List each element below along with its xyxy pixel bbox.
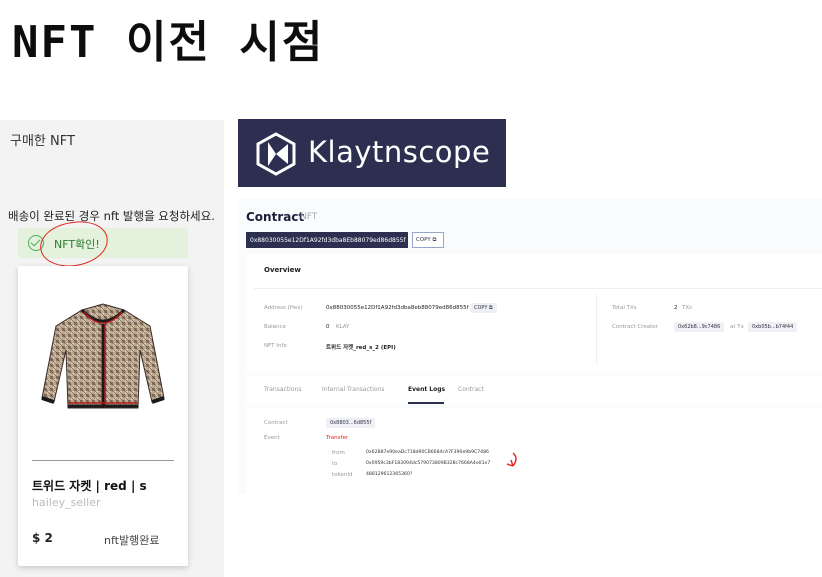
balance-unit: KLAY <box>336 324 350 330</box>
contract-address[interactable]: 0x88030055e12Df1A92fd3dba8Eb88079ed86d85… <box>246 232 408 248</box>
tokenid-value: 488129612365360? <box>366 472 413 477</box>
from-address[interactable]: 0x62B87e90eaDc718d90CB6684cA7F390e9b9C74… <box>366 450 489 455</box>
total-txs-label: Total TXs <box>612 305 637 311</box>
active-tab-indicator <box>408 402 444 404</box>
annotation-arrow-icon <box>506 452 517 467</box>
total-txs-unit: TXs <box>682 305 692 311</box>
product-price: $ 2 <box>32 531 53 545</box>
to-label: to <box>332 461 338 467</box>
creator-at-tx-label: at Tx <box>730 324 744 330</box>
klaytn-logo-icon <box>256 132 296 176</box>
contract-type-badge: NFT <box>300 212 318 222</box>
tokenid-label: tokenId <box>332 472 353 478</box>
copy-button-label: COPY <box>416 237 431 243</box>
product-name: 트위드 자켓 | red | s <box>32 479 147 493</box>
contract-creator-label: Contract Creator <box>612 324 658 330</box>
event-log-entry: Contract 0x8803...6d855f Event Transfer … <box>246 408 822 494</box>
event-name: Transfer <box>326 435 349 441</box>
product-divider <box>32 460 174 461</box>
event-contract-link[interactable]: 0x8803...6d855f <box>326 418 376 428</box>
event-contract-label: Contract <box>264 420 288 426</box>
klaytnscope-wordmark: Klaytnscope <box>308 135 491 169</box>
copy-hex-button[interactable]: COPY ⧉ <box>470 303 497 313</box>
event-label: Event <box>264 435 280 441</box>
tab-contract[interactable]: Contract <box>458 386 484 393</box>
divider <box>596 294 597 364</box>
overview-card: Overview Address (Hex) 0x88030055e12Df1A… <box>246 254 822 372</box>
nft-request-instruction: 배송이 완료된 경우 nft 발행을 요청하세요. <box>8 209 215 223</box>
slide: NFT 이전 시점 구매한 NFT 배송이 완료된 경우 nft 발행을 요청하… <box>0 0 822 577</box>
contract-tabs: Transactions Internal Transactions Event… <box>246 376 822 404</box>
slide-title: NFT 이전 시점 <box>12 17 325 68</box>
shop-panel: 구매한 NFT 배송이 완료된 경우 nft 발행을 요청하세요. NFT확인! <box>0 120 224 577</box>
product-card[interactable]: 트위드 자켓 | red | s hailey_seller $ 2 nft발행… <box>18 266 188 566</box>
address-hex-label: Address (Hex) <box>264 305 303 311</box>
tab-event-logs[interactable]: Event Logs <box>408 386 445 393</box>
nft-info-label: NFT Info <box>264 343 287 349</box>
to-address[interactable]: 0x0959c3bF183094dc579073809B328c7668A4e0… <box>366 461 490 466</box>
klaytnscope-banner: Klaytnscope <box>238 119 506 187</box>
balance-label: Balance <box>264 324 286 330</box>
address-hex-value[interactable]: 0x88030055e12Df1A92fd3dba8eb88079ed86d85… <box>326 305 469 311</box>
shop-heading: 구매한 NFT <box>10 134 75 149</box>
nft-issue-status: nft발행완료 <box>104 534 160 547</box>
balance-value: 0 <box>326 324 330 330</box>
creator-tx-link[interactable]: 0xb05b...b74f44 <box>748 322 798 332</box>
total-txs-value: 2 <box>674 305 678 311</box>
copy-hex-label: COPY <box>474 305 488 311</box>
tab-transactions[interactable]: Transactions <box>264 386 301 393</box>
product-image <box>32 280 174 442</box>
copy-icon: ⧉ <box>488 305 493 311</box>
klaytnscope-contract-page: Contract NFT 0x88030055e12Df1A92fd3dba8E… <box>238 198 822 494</box>
nft-info-value: 트위드 자켓_red_s_2 (EPI) <box>326 345 396 351</box>
annotation-circle <box>37 217 111 271</box>
from-label: from <box>332 450 345 456</box>
overview-title: Overview <box>264 266 301 274</box>
creator-address-link[interactable]: 0x62b8...9c7486 <box>674 322 725 332</box>
tab-internal-transactions[interactable]: Internal Transactions <box>322 386 384 393</box>
copy-address-button[interactable]: COPY ⧉ <box>412 232 444 248</box>
product-seller: hailey_seller <box>32 496 101 509</box>
copy-icon: ⧉ <box>432 237 437 243</box>
contract-title: Contract <box>246 210 305 224</box>
divider <box>254 288 822 289</box>
